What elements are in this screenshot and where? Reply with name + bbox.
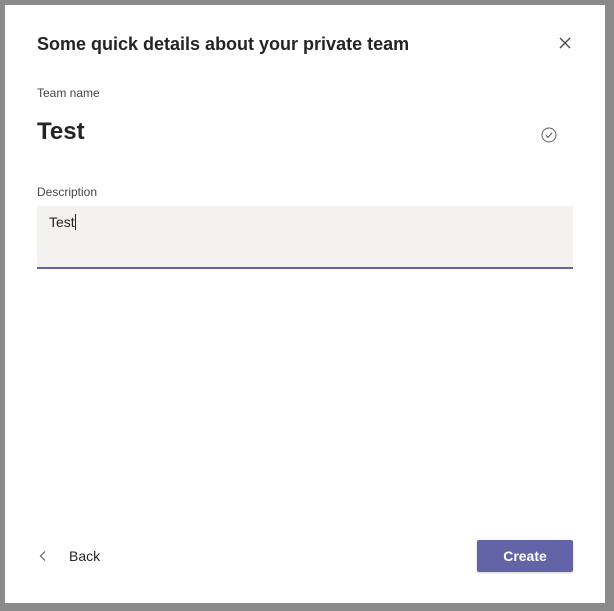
create-team-dialog: Some quick details about your private te…	[5, 5, 605, 603]
back-button[interactable]: Back	[37, 543, 100, 569]
team-name-input[interactable]	[37, 118, 537, 146]
team-name-label: Team name	[37, 86, 100, 100]
chevron-left-icon	[39, 551, 46, 561]
check-circle-icon	[541, 127, 557, 143]
back-label: Back	[69, 548, 101, 564]
text-cursor	[74, 214, 76, 230]
close-icon	[559, 37, 571, 49]
description-text: Test	[49, 214, 75, 230]
description-field[interactable]: Test	[37, 206, 573, 269]
create-button[interactable]: Create	[477, 540, 573, 572]
close-button[interactable]	[553, 31, 577, 55]
dialog-title: Some quick details about your private te…	[37, 34, 410, 54]
description-label: Description	[37, 185, 98, 199]
